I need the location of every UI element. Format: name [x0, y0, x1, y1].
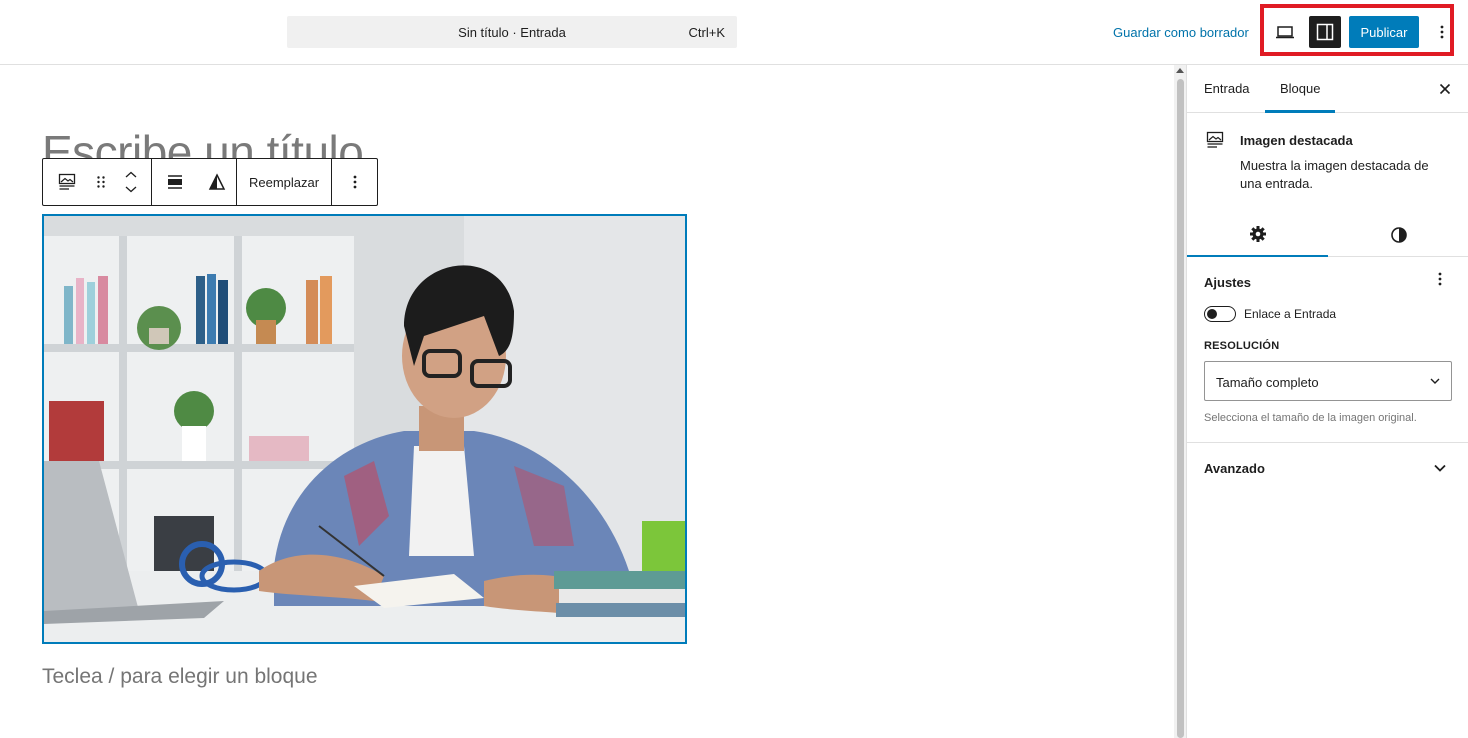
tab-settings[interactable] — [1187, 213, 1328, 257]
tab-entrada[interactable]: Entrada — [1204, 81, 1250, 96]
chevron-up-icon[interactable] — [124, 170, 138, 180]
resolution-select[interactable]: Tamaño completo — [1204, 361, 1452, 401]
tab-styles[interactable] — [1328, 213, 1468, 257]
command-shortcut: Ctrl+K — [688, 25, 725, 40]
block-options-button[interactable] — [332, 159, 378, 205]
block-appender-hint[interactable]: Teclea / para elegir un bloque — [42, 665, 318, 689]
block-card: Imagen destacada Muestra la imagen desta… — [1187, 113, 1468, 195]
editor-canvas[interactable]: Escribe un título Reemplazar Teclea / pa… — [0, 65, 1174, 738]
chevron-down-icon — [1430, 378, 1440, 384]
toolbar-group-block — [43, 159, 152, 205]
close-icon — [1439, 83, 1451, 95]
move-block-buttons — [111, 159, 151, 205]
toolbar-group-align — [152, 159, 237, 205]
drag-handle[interactable] — [91, 159, 111, 205]
save-draft-button[interactable]: Guardar como borrador — [1113, 25, 1249, 40]
block-card-description: Muestra la imagen destacada de una entra… — [1240, 158, 1429, 191]
advanced-panel-toggle[interactable]: Avanzado — [1187, 443, 1468, 493]
replace-button[interactable]: Reemplazar — [237, 159, 331, 205]
settings-panel-title: Ajustes — [1204, 275, 1251, 290]
toggle-knob — [1207, 309, 1217, 319]
scroll-up-arrow[interactable] — [1176, 68, 1184, 73]
duotone-button[interactable] — [198, 159, 236, 205]
more-vertical-icon — [353, 175, 357, 189]
link-to-post-toggle[interactable] — [1204, 306, 1236, 322]
featured-image[interactable] — [42, 214, 687, 644]
block-type-button[interactable] — [43, 159, 91, 205]
resolution-help: Selecciona el tamaño de la imagen origin… — [1204, 412, 1417, 424]
advanced-panel-title: Avanzado — [1204, 461, 1265, 476]
close-sidebar-button[interactable] — [1435, 79, 1455, 99]
toolbar-group-replace: Reemplazar — [237, 159, 333, 205]
block-toolbar: Reemplazar — [42, 158, 378, 206]
align-wide-icon — [168, 175, 182, 189]
resolution-value: Tamaño completo — [1216, 375, 1319, 390]
featured-image-icon — [58, 173, 76, 190]
featured-image-icon — [1206, 131, 1224, 148]
command-palette-button[interactable]: Sin título · Entrada Ctrl+K — [287, 16, 737, 48]
toolbar-group-options — [332, 159, 378, 205]
link-toggle-row: Enlace a Entrada — [1204, 306, 1336, 322]
scrollbar-thumb[interactable] — [1177, 79, 1184, 738]
tab-bloque[interactable]: Bloque — [1280, 81, 1320, 96]
resolution-label: RESOLUCIÓN — [1204, 340, 1280, 352]
inspector-tabs — [1187, 213, 1468, 257]
drag-handle-icon — [97, 176, 105, 188]
link-toggle-label: Enlace a Entrada — [1244, 307, 1337, 321]
block-card-title: Imagen destacada — [1240, 133, 1353, 148]
document-title: Sin título · Entrada — [458, 25, 566, 40]
editor-header: Sin título · Entrada Ctrl+K Guardar como… — [0, 0, 1468, 65]
align-button[interactable] — [152, 159, 198, 205]
student-photo — [44, 216, 685, 642]
contrast-icon — [1390, 227, 1407, 243]
duotone-filter-icon — [208, 173, 226, 190]
editor-scrollbar[interactable] — [1174, 65, 1186, 738]
more-vertical-icon — [1438, 272, 1442, 286]
settings-panel-options[interactable] — [1431, 271, 1449, 291]
chevron-down-icon[interactable] — [124, 184, 138, 194]
chevron-down-icon — [1434, 464, 1446, 472]
gear-icon — [1249, 226, 1266, 242]
sidebar-tabs: Entrada Bloque — [1187, 65, 1468, 113]
highlight-box — [1260, 4, 1454, 56]
settings-sidebar: Entrada Bloque Imagen destacada Muestra … — [1186, 65, 1468, 738]
